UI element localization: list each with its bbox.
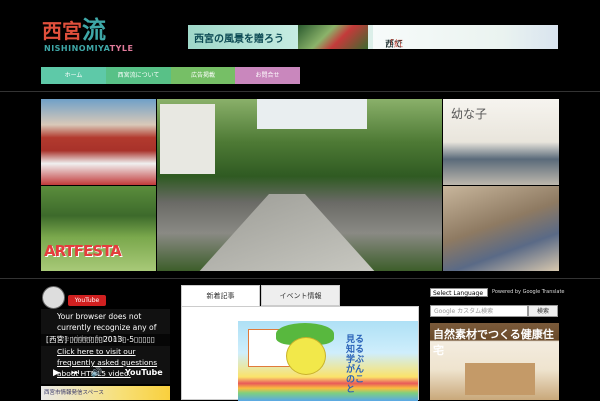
search-input[interactable]: Google カスタム検索 xyxy=(430,305,528,317)
header-banner[interactable]: 西宮の風景を贈ろう 西宮の「紅茶」ができました。 xyxy=(188,25,558,49)
nav-item-home[interactable]: ホーム xyxy=(41,67,106,84)
photo-artfesta[interactable]: ARTFESTA xyxy=(41,186,156,271)
divider xyxy=(0,278,600,279)
volume-icon[interactable]: 🔊 xyxy=(91,368,102,378)
video-controls: ▶ ⏭ 🔊 YouTube xyxy=(41,364,170,384)
next-icon[interactable]: ⏭ xyxy=(71,368,79,378)
nav-item-ads[interactable]: 広告掲載 xyxy=(171,67,235,84)
poster-title: 幼な子 xyxy=(451,107,488,121)
play-icon[interactable]: ▶ xyxy=(53,368,60,378)
photo-woman-portrait[interactable] xyxy=(443,186,559,271)
article-headline: 見る知る学ぶがんのこと xyxy=(346,335,365,395)
search-button[interactable]: 検索 xyxy=(528,305,558,317)
site-logo[interactable]: 西宮流 NISHINOMIYATYLE xyxy=(42,16,134,55)
mascot-character xyxy=(286,337,326,375)
nav-item-about[interactable]: 西宮流について xyxy=(106,67,171,84)
youtube-logo[interactable]: YouTube xyxy=(125,368,163,377)
photo-tree-road[interactable] xyxy=(157,99,442,271)
youtube-subscribe-badge[interactable]: YouTube xyxy=(68,295,106,306)
banner-tea-image xyxy=(298,25,368,49)
tab-content-panel: 見る知る学ぶがんのこと xyxy=(181,306,419,401)
artfesta-text: ARTFESTA xyxy=(44,242,122,260)
main-nav: ホーム 西宮流について 広告掲載 お問合せ xyxy=(41,67,300,84)
powered-by-google: Powered by Google Translate xyxy=(492,289,565,295)
ad-title: 自然素材でつくる健康住宅 xyxy=(433,328,554,357)
tab-new-articles[interactable]: 新着記事 xyxy=(181,285,260,306)
housing-ad[interactable]: 自然素材でつくる健康住宅 xyxy=(430,323,559,400)
tab-events[interactable]: イベント情報 xyxy=(261,285,340,306)
video-player[interactable]: Your browser does not currently recogniz… xyxy=(41,309,170,384)
logo-kanji: 西宮流 xyxy=(42,16,106,44)
photo-shrine-festival[interactable] xyxy=(41,99,156,185)
banner-scenery: 西宮の風景を贈ろう xyxy=(188,25,298,49)
article-thumbnail[interactable]: 見る知る学ぶがんのこと xyxy=(238,321,418,401)
info-space-banner[interactable]: 西宮市情報発信スペース xyxy=(41,386,170,400)
divider xyxy=(0,91,600,92)
channel-avatar[interactable] xyxy=(42,286,65,309)
logo-subtitle: NISHINOMIYATYLE xyxy=(44,44,134,53)
banner-tea-text: 西宮の「紅茶」ができました。 xyxy=(373,25,558,49)
nav-item-contact[interactable]: お問合せ xyxy=(235,67,300,84)
photo-movie-poster[interactable]: 幼な子 xyxy=(443,99,559,185)
video-title[interactable]: [西宮] ▯▯▯▯▯▯▯▯2013▯-5▯▯▯▯▯ xyxy=(41,334,170,346)
language-select[interactable]: Select Language ▼ xyxy=(430,288,488,306)
